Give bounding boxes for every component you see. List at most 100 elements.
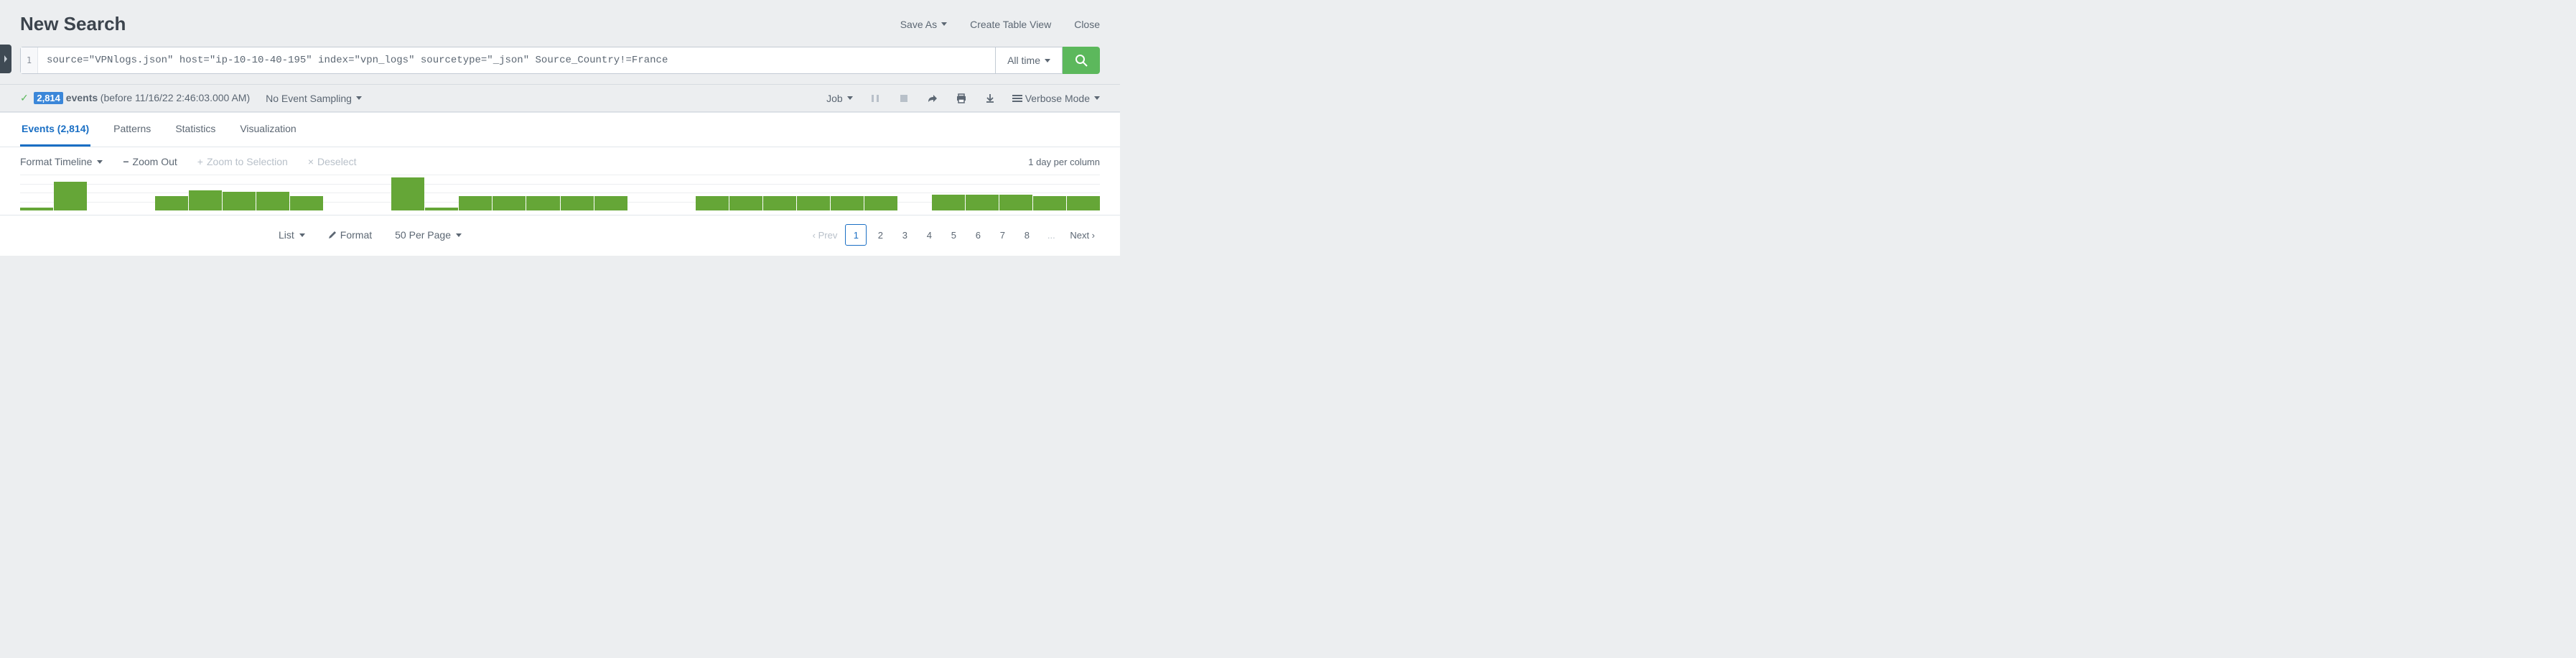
timeline-bar[interactable] [864, 196, 897, 210]
per-page-button[interactable]: 50 Per Page [395, 229, 462, 241]
chevron-down-icon [941, 22, 947, 26]
plus-icon: + [197, 156, 203, 167]
timeline-bar[interactable] [189, 190, 222, 210]
list-icon [1012, 95, 1022, 102]
page-2-button[interactable]: 2 [869, 224, 891, 246]
event-sampling-label: No Event Sampling [266, 93, 352, 104]
tab-statistics[interactable]: Statistics [174, 113, 217, 147]
check-icon: ✓ [20, 92, 29, 103]
minus-icon: − [123, 156, 129, 167]
print-button[interactable] [955, 93, 968, 103]
deselect-label: Deselect [317, 156, 356, 167]
timeline-bar[interactable] [493, 196, 526, 210]
search-line-number: 1 [21, 47, 38, 73]
timeline-bar[interactable] [561, 196, 594, 210]
next-page-button[interactable]: Next › [1065, 224, 1100, 246]
status-bar: ✓ 2,814 events (before 11/16/22 2:46:03.… [0, 84, 1120, 112]
close-button[interactable]: Close [1074, 19, 1100, 30]
list-view-button[interactable]: List [279, 229, 305, 241]
timeline-bar[interactable] [999, 195, 1032, 210]
format-timeline-button[interactable]: Format Timeline [20, 156, 103, 167]
timeline-bar[interactable] [54, 182, 87, 210]
tab-visualization[interactable]: Visualization [238, 113, 297, 147]
pagination: ‹ Prev12345678...Next › [808, 224, 1100, 246]
timeline-bar[interactable] [1033, 196, 1066, 210]
page-ellipsis: ... [1040, 224, 1062, 246]
timeline-bar[interactable] [831, 196, 864, 210]
zoom-to-selection-button: + Zoom to Selection [197, 156, 288, 167]
chevron-down-icon [356, 96, 362, 100]
chevron-down-icon [456, 233, 462, 237]
event-time-note: (before 11/16/22 2:46:03.000 AM) [101, 92, 250, 103]
page-8-button[interactable]: 8 [1016, 224, 1037, 246]
page-4-button[interactable]: 4 [918, 224, 940, 246]
timeline-bar[interactable] [526, 196, 559, 210]
timeline-bar[interactable] [425, 208, 458, 210]
time-range-label: All time [1007, 55, 1040, 66]
save-as-button[interactable]: Save As [900, 19, 947, 30]
timeline-bar[interactable] [459, 196, 492, 210]
event-sampling-button[interactable]: No Event Sampling [266, 93, 362, 104]
event-count: 2,814 [34, 92, 63, 104]
deselect-button: × Deselect [308, 156, 357, 167]
close-icon: × [308, 156, 314, 167]
list-view-label: List [279, 229, 294, 241]
timeline-bar[interactable] [763, 196, 796, 210]
timeline-bar[interactable] [797, 196, 830, 210]
timeline-bar[interactable] [256, 192, 289, 210]
results-tabs: Events (2,814) Patterns Statistics Visualiz… [0, 113, 1120, 147]
chevron-down-icon [97, 160, 103, 164]
search-input[interactable]: source="VPNlogs.json" host="ip-10-10-40-… [38, 47, 995, 73]
timeline-bar[interactable] [290, 196, 323, 210]
zoom-to-selection-label: Zoom to Selection [207, 156, 288, 167]
job-menu-label: Job [826, 93, 843, 104]
timeline-bar[interactable] [20, 208, 53, 210]
mode-label: Verbose Mode [1025, 93, 1090, 104]
create-table-view-button[interactable]: Create Table View [970, 19, 1051, 30]
page-7-button[interactable]: 7 [991, 224, 1013, 246]
timeline-bar[interactable] [696, 196, 729, 210]
timeline-bar[interactable] [1067, 196, 1100, 210]
timeline-bar[interactable] [155, 196, 188, 210]
side-panel-expander[interactable] [0, 45, 11, 73]
run-search-button[interactable] [1063, 47, 1100, 74]
prev-page-button: ‹ Prev [808, 224, 843, 246]
share-icon [928, 94, 938, 103]
job-menu-button[interactable]: Job [826, 93, 853, 104]
page-title: New Search [20, 13, 126, 35]
chevron-down-icon [1045, 59, 1050, 62]
zoom-out-label: Zoom Out [133, 156, 177, 167]
print-icon [956, 93, 966, 103]
pause-icon [871, 94, 879, 103]
pencil-icon [328, 231, 337, 239]
timeline-bar[interactable] [594, 196, 627, 210]
format-results-label: Format [340, 229, 372, 241]
per-page-label: 50 Per Page [395, 229, 451, 241]
timeline-bar[interactable] [932, 195, 965, 210]
timeline-granularity: 1 day per column [1028, 157, 1100, 167]
timeline-bar[interactable] [391, 177, 424, 210]
status-summary: ✓ 2,814 events (before 11/16/22 2:46:03.… [20, 92, 250, 104]
timeline-bar[interactable] [729, 196, 762, 210]
export-button[interactable] [984, 93, 997, 103]
timeline-bar[interactable] [966, 195, 999, 210]
format-results-button[interactable]: Format [328, 229, 372, 241]
mode-selector[interactable]: Verbose Mode [1012, 93, 1100, 104]
timeline-toolbar: Format Timeline − Zoom Out + Zoom to Sel… [0, 147, 1120, 175]
search-box: 1 source="VPNlogs.json" host="ip-10-10-4… [20, 47, 995, 74]
page-3-button[interactable]: 3 [894, 224, 915, 246]
zoom-out-button[interactable]: − Zoom Out [123, 156, 177, 167]
page-1-button[interactable]: 1 [845, 224, 867, 246]
event-timeline-chart[interactable] [20, 175, 1100, 210]
page-5-button[interactable]: 5 [943, 224, 964, 246]
search-row: 1 source="VPNlogs.json" host="ip-10-10-4… [0, 47, 1120, 84]
page-6-button[interactable]: 6 [967, 224, 989, 246]
tab-patterns[interactable]: Patterns [112, 113, 152, 147]
chevron-down-icon [1094, 96, 1100, 100]
pause-button [869, 94, 882, 103]
event-count-label: events [63, 92, 98, 103]
tab-events[interactable]: Events (2,814) [20, 113, 90, 147]
timeline-bar[interactable] [223, 192, 256, 210]
share-button[interactable] [926, 94, 939, 103]
time-range-picker[interactable]: All time [995, 47, 1063, 74]
